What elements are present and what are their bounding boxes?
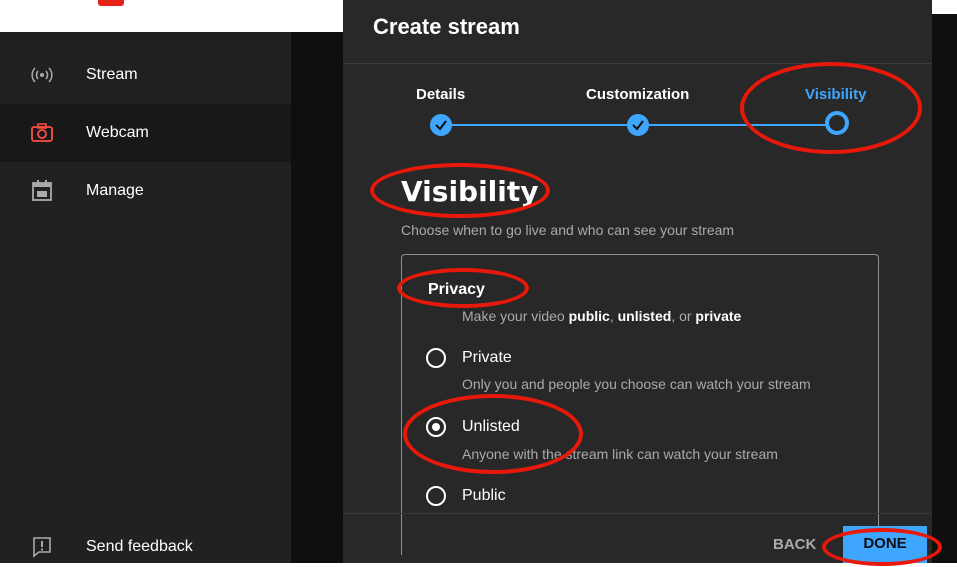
step-visibility-current-icon[interactable] <box>825 111 849 135</box>
right-edge <box>932 0 957 563</box>
feedback-icon <box>30 535 54 559</box>
broadcast-icon <box>30 63 54 87</box>
radio-unlisted[interactable]: Unlisted <box>426 413 520 441</box>
calendar-icon <box>30 179 54 203</box>
radio-unlisted-label[interactable]: Unlisted <box>462 418 520 436</box>
right-edge-white <box>932 0 957 14</box>
visibility-subheading: Choose when to go live and who can see y… <box>401 222 735 238</box>
camera-icon <box>30 121 54 145</box>
privacy-subtitle: Make your video public, unlisted, or pri… <box>462 308 741 324</box>
radio-unlisted-desc: Anyone with the stream link can watch yo… <box>462 446 778 462</box>
dialog-footer-divider <box>343 513 932 514</box>
sidebar-item-webcam[interactable]: Webcam <box>0 104 291 162</box>
visibility-heading: Visibility <box>401 175 539 208</box>
step-details-label[interactable]: Details <box>416 86 465 103</box>
sidebar: Stream Webcam Manage Send feedback <box>0 32 291 563</box>
sidebar-item-label: Stream <box>86 66 138 83</box>
dialog-header-divider <box>343 63 932 64</box>
dialog-title: Create stream <box>373 14 520 39</box>
privacy-sub-unlisted: unlisted <box>617 308 672 324</box>
step-details-check-icon[interactable] <box>430 114 452 136</box>
step-customization-check-icon[interactable] <box>627 114 649 136</box>
radio-private-desc: Only you and people you choose can watch… <box>462 376 811 392</box>
radio-private[interactable]: Private <box>426 344 512 372</box>
send-feedback-label: Send feedback <box>86 538 193 555</box>
radio-private-circle[interactable] <box>426 348 446 368</box>
send-feedback-button[interactable]: Send feedback <box>0 527 291 567</box>
privacy-sub-private: private <box>695 308 742 324</box>
radio-public[interactable]: Public <box>426 482 506 510</box>
privacy-sub-sep: , or <box>671 308 696 324</box>
radio-public-label[interactable]: Public <box>462 487 506 505</box>
privacy-title: Privacy <box>428 281 485 298</box>
back-button[interactable]: BACK <box>773 536 816 553</box>
sidebar-item-label: Manage <box>86 182 144 199</box>
sidebar-item-manage[interactable]: Manage <box>0 162 291 220</box>
sidebar-item-label: Webcam <box>86 124 149 141</box>
privacy-sub-public: public <box>568 308 610 324</box>
radio-unlisted-circle[interactable] <box>426 417 446 437</box>
cropped-red-mark <box>98 0 124 6</box>
top-white-gap <box>291 0 343 32</box>
radio-private-label[interactable]: Private <box>462 349 512 367</box>
radio-public-circle[interactable] <box>426 486 446 506</box>
privacy-section: Privacy Make your video public, unlisted… <box>401 254 879 555</box>
step-customization-label[interactable]: Customization <box>586 86 689 103</box>
done-button[interactable]: DONE <box>843 526 927 563</box>
privacy-sub-prefix: Make your video <box>462 308 569 324</box>
privacy-sub-sep: , <box>609 308 618 324</box>
create-stream-dialog: Create stream Details Customization Visi… <box>343 0 932 563</box>
sidebar-item-stream[interactable]: Stream <box>0 46 291 104</box>
step-visibility-label[interactable]: Visibility <box>805 86 866 103</box>
